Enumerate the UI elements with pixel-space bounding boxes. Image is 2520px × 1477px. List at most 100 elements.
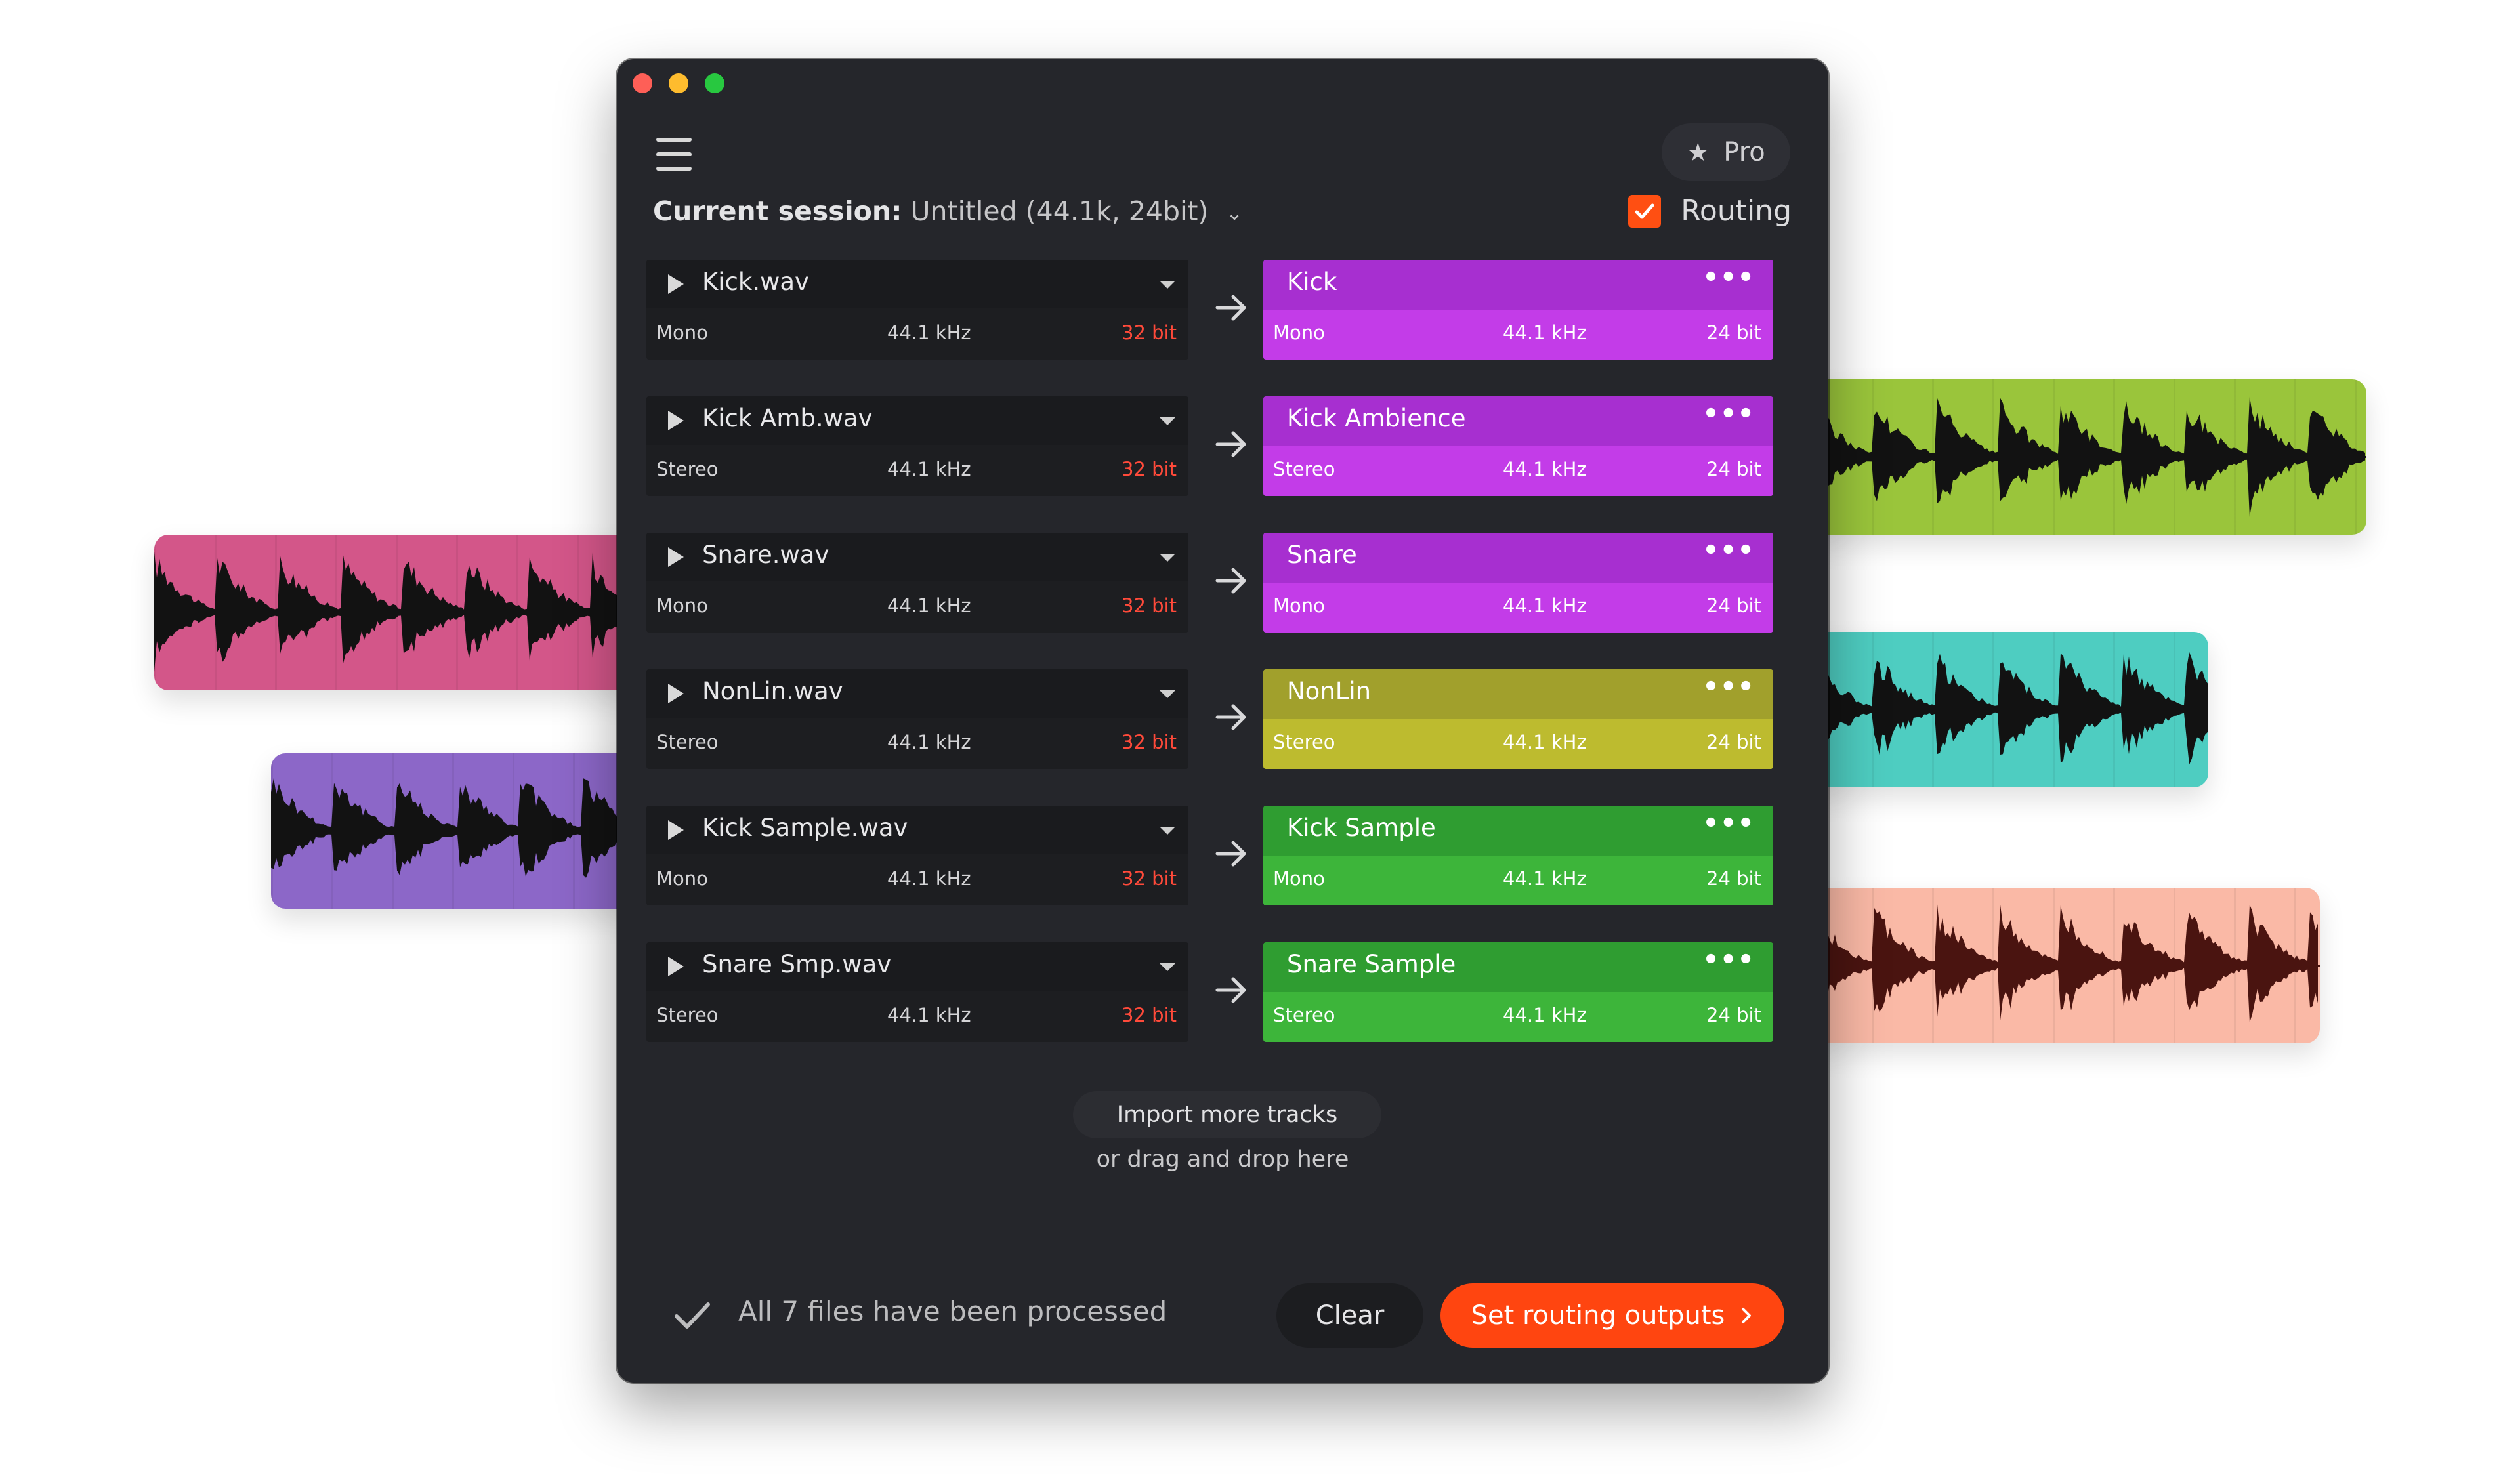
output-name: NonLin (1287, 677, 1372, 705)
waveform-graphic (271, 778, 652, 878)
routing-checkbox[interactable] (1628, 194, 1662, 228)
track-row: Kick Amb.wav Stereo 44.1 kHz 32 bit Kick Amb… (646, 396, 1773, 496)
source-bit-depth: 32 bit (1122, 867, 1177, 890)
output-bit-depth: 24 bit (1706, 867, 1761, 890)
output-name: Snare Sample (1287, 950, 1456, 978)
dropdown-arrow-icon[interactable] (1160, 281, 1175, 289)
source-filename: Snare Smp.wav (702, 950, 892, 978)
source-track[interactable]: Kick.wav Mono 44.1 kHz 32 bit (646, 260, 1188, 360)
source-sample-rate: 44.1 kHz (887, 594, 971, 617)
waveform-graphic (1811, 652, 2208, 765)
output-track-header (1263, 260, 1773, 310)
output-channels: Stereo (1273, 458, 1335, 480)
output-channels: Mono (1273, 867, 1325, 890)
output-channels: Mono (1273, 322, 1325, 344)
waveform-card-salmon (1811, 888, 2320, 1043)
waveform-centerline (271, 830, 652, 832)
source-track[interactable]: Snare.wav Mono 44.1 kHz 32 bit (646, 533, 1188, 633)
output-sample-rate: 44.1 kHz (1503, 1004, 1587, 1026)
import-more-tracks-button[interactable]: Import more tracks (1073, 1091, 1381, 1138)
source-channels: Mono (656, 867, 708, 890)
play-icon[interactable] (668, 684, 684, 703)
output-track[interactable]: NonLin ••• Stereo 44.1 kHz 24 bit (1263, 669, 1773, 769)
output-sample-rate: 44.1 kHz (1503, 731, 1587, 753)
routing-label: Routing (1681, 194, 1792, 228)
waveform-centerline (154, 612, 653, 614)
source-bit-depth: 32 bit (1122, 594, 1177, 617)
chevron-down-icon: ⌄ (1226, 201, 1243, 225)
waveform-card-purple (271, 753, 652, 909)
app-window: ★ Pro Current session: Untitled (44.1k, … (617, 59, 1828, 1383)
track-row: Kick Sample.wav Mono 44.1 kHz 32 bit Kick Sa… (646, 806, 1773, 905)
output-channels: Mono (1273, 594, 1325, 617)
waveform-card-teal (1811, 632, 2208, 787)
set-routing-outputs-label: Set routing outputs (1471, 1300, 1725, 1331)
output-track[interactable]: Snare Sample ••• Stereo 44.1 kHz 24 bit (1263, 942, 1773, 1042)
output-sample-rate: 44.1 kHz (1503, 322, 1587, 344)
waveform-centerline (1811, 709, 2208, 711)
play-icon[interactable] (668, 957, 684, 976)
more-options-icon[interactable]: ••• (1702, 672, 1755, 702)
output-channels: Stereo (1273, 731, 1335, 753)
output-track[interactable]: Kick Ambience ••• Stereo 44.1 kHz 24 bit (1263, 396, 1773, 496)
arrow-right-icon (1215, 841, 1246, 867)
clear-button[interactable]: Clear (1276, 1283, 1423, 1348)
arrow-right-icon (1215, 704, 1246, 730)
output-track[interactable]: Kick Sample ••• Mono 44.1 kHz 24 bit (1263, 806, 1773, 905)
output-sample-rate: 44.1 kHz (1503, 594, 1587, 617)
pro-label: Pro (1723, 137, 1765, 167)
source-bit-depth: 32 bit (1122, 1004, 1177, 1026)
play-icon[interactable] (668, 411, 684, 430)
source-channels: Mono (656, 594, 708, 617)
source-track[interactable]: NonLin.wav Stereo 44.1 kHz 32 bit (646, 669, 1188, 769)
more-options-icon[interactable]: ••• (1702, 262, 1755, 293)
waveform-shape (1811, 652, 2208, 765)
set-routing-outputs-button[interactable]: Set routing outputs (1440, 1283, 1784, 1348)
output-name: Kick Sample (1287, 814, 1436, 842)
dropdown-arrow-icon[interactable] (1160, 827, 1175, 835)
window-maximize-button[interactable] (705, 73, 724, 93)
waveform-graphic (1811, 396, 2366, 518)
source-track[interactable]: Snare Smp.wav Stereo 44.1 kHz 32 bit (646, 942, 1188, 1042)
waveform-centerline (1811, 456, 2366, 458)
pro-button[interactable]: ★ Pro (1662, 123, 1790, 181)
more-options-icon[interactable]: ••• (1702, 945, 1755, 975)
track-row: Kick.wav Mono 44.1 kHz 32 bit Kick ••• Mono 44.… (646, 260, 1773, 360)
star-icon: ★ (1687, 138, 1710, 167)
more-options-icon[interactable]: ••• (1702, 808, 1755, 839)
source-bit-depth: 32 bit (1122, 322, 1177, 344)
output-bit-depth: 24 bit (1706, 1004, 1761, 1026)
arrow-right-icon (1215, 295, 1246, 321)
play-icon[interactable] (668, 547, 684, 567)
session-selector[interactable]: Current session: Untitled (44.1k, 24bit)… (653, 196, 1243, 227)
routing-toggle[interactable]: Routing (1628, 194, 1792, 228)
more-options-icon[interactable]: ••• (1702, 399, 1755, 429)
session-label: Current session: (653, 196, 902, 227)
waveform-graphic (1811, 904, 2320, 1023)
output-name: Snare (1287, 541, 1357, 569)
source-track[interactable]: Kick Sample.wav Mono 44.1 kHz 32 bit (646, 806, 1188, 905)
output-name: Kick (1287, 268, 1337, 296)
output-channels: Stereo (1273, 1004, 1335, 1026)
source-sample-rate: 44.1 kHz (887, 731, 971, 753)
dropdown-arrow-icon[interactable] (1160, 963, 1175, 971)
waveform-shape (271, 778, 652, 878)
more-options-icon[interactable]: ••• (1702, 535, 1755, 566)
hamburger-menu-icon[interactable] (656, 138, 692, 171)
output-track[interactable]: Snare ••• Mono 44.1 kHz 24 bit (1263, 533, 1773, 633)
window-close-button[interactable] (633, 73, 652, 93)
drag-drop-hint: or drag and drop here (1096, 1146, 1349, 1173)
output-track[interactable]: Kick ••• Mono 44.1 kHz 24 bit (1263, 260, 1773, 360)
play-icon[interactable] (668, 274, 684, 294)
source-track[interactable]: Kick Amb.wav Stereo 44.1 kHz 32 bit (646, 396, 1188, 496)
output-bit-depth: 24 bit (1706, 731, 1761, 753)
play-icon[interactable] (668, 820, 684, 840)
track-row: NonLin.wav Stereo 44.1 kHz 32 bit NonLin ••• S… (646, 669, 1773, 769)
dropdown-arrow-icon[interactable] (1160, 554, 1175, 562)
window-minimize-button[interactable] (669, 73, 688, 93)
source-sample-rate: 44.1 kHz (887, 458, 971, 480)
check-icon (675, 1302, 710, 1329)
arrow-right-icon (1215, 568, 1246, 594)
dropdown-arrow-icon[interactable] (1160, 417, 1175, 425)
dropdown-arrow-icon[interactable] (1160, 690, 1175, 698)
